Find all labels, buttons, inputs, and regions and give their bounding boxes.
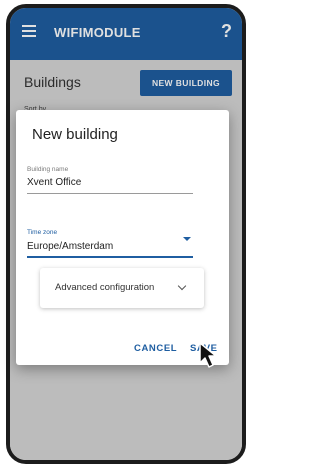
dropdown-arrow-icon[interactable] (183, 237, 191, 241)
building-name-underline (27, 193, 193, 194)
time-zone-select[interactable]: Europe/Amsterdam (27, 241, 113, 252)
advanced-configuration-label: Advanced configuration (55, 282, 155, 293)
mouse-pointer-icon (199, 342, 217, 368)
advanced-configuration-expander[interactable]: Advanced configuration (40, 268, 204, 308)
chevron-down-icon (177, 281, 187, 291)
dialog-title: New building (32, 126, 118, 143)
new-building-dialog: New building (16, 110, 229, 365)
building-name-label: Building name (27, 166, 69, 173)
time-zone-label: Time zone (27, 229, 58, 236)
cancel-button[interactable]: CANCEL (134, 343, 177, 354)
building-name-input[interactable]: Xvent Office (27, 177, 81, 188)
time-zone-underline (27, 256, 193, 258)
